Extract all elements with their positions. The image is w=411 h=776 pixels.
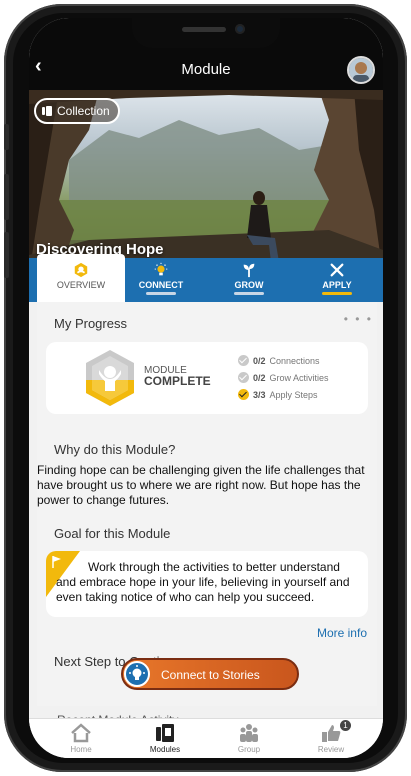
complete-label: COMPLETE <box>144 374 211 388</box>
page-title: Module <box>181 61 231 78</box>
bottom-nav: Home Modules Group 1 Review <box>29 718 383 758</box>
home-icon <box>71 723 91 743</box>
thumbs-up-icon <box>322 725 341 742</box>
goal-card: Work through the activities to better un… <box>46 551 368 617</box>
stat-count: 0/2 <box>253 355 266 366</box>
why-text: Finding hope can be challenging given th… <box>37 463 365 507</box>
tab-apply[interactable]: APPLY <box>293 258 381 302</box>
stat-apply-steps: 3/3 Apply Steps <box>238 389 318 400</box>
goal-text: Work through the activities to better un… <box>56 560 350 604</box>
progress-card: MODULE COMPLETE 0/2 Connections 0/2 Grow… <box>46 342 368 414</box>
tab-label: CONNECT <box>138 280 184 290</box>
stat-label: Grow Activities <box>269 372 329 383</box>
more-options-icon[interactable]: • • • <box>344 312 373 326</box>
nav-label: Home <box>70 745 92 754</box>
stat-label: Connections <box>269 355 320 366</box>
nav-review[interactable]: 1 Review <box>296 720 366 754</box>
stat-grow-activities: 0/2 Grow Activities <box>238 372 329 383</box>
nav-modules[interactable]: Modules <box>130 723 200 754</box>
modules-icon <box>156 724 174 742</box>
module-complete-label: MODULE COMPLETE <box>144 366 211 388</box>
why-title: Why do this Module? <box>54 442 176 457</box>
more-info-link[interactable]: More info <box>317 626 367 640</box>
stat-count: 0/2 <box>253 372 266 383</box>
tab-grow[interactable]: GROW <box>205 258 293 302</box>
nav-label: Review <box>317 745 345 754</box>
tab-label: OVERVIEW <box>56 280 106 290</box>
tab-label: GROW <box>234 280 264 290</box>
volume-up-button <box>4 174 9 220</box>
my-progress-title: My Progress <box>54 316 127 331</box>
nav-label: Modules <box>149 745 181 754</box>
overview-panel: • • • My Progress MODULE COMPLETE 0/2 Co… <box>37 302 377 706</box>
hero-banner: Collection Discovering Hope <box>29 90 383 275</box>
connect-to-stories-button[interactable]: Connect to Stories <box>121 658 299 690</box>
front-camera <box>235 24 245 34</box>
tab-connect[interactable]: CONNECT <box>117 258 205 302</box>
avatar[interactable] <box>347 56 375 84</box>
phone-screen: ‹ Module Collection Discovering Hope OVE… <box>29 18 383 758</box>
sprout-icon <box>243 263 255 278</box>
checked-icon <box>238 389 249 400</box>
volume-down-button <box>4 232 9 278</box>
unchecked-icon <box>238 355 249 366</box>
cta-label: Connect to Stories <box>161 668 260 682</box>
stat-connections: 0/2 Connections <box>238 355 320 366</box>
notification-badge: 1 <box>340 720 351 731</box>
notch <box>132 18 280 48</box>
mute-switch <box>4 124 9 150</box>
stat-label: Apply Steps <box>269 389 318 400</box>
collection-label: Collection <box>57 104 110 118</box>
module-tabs: OVERVIEW CONNECT GROW APPLY <box>29 254 383 302</box>
module-complete-badge-icon <box>86 350 134 406</box>
lightbulb-icon <box>154 262 168 276</box>
collection-button[interactable]: Collection <box>34 98 120 124</box>
nav-group[interactable]: Group <box>214 723 284 754</box>
tools-icon <box>330 263 344 277</box>
nav-label: Group <box>237 745 261 754</box>
group-icon <box>240 724 258 742</box>
stat-count: 3/3 <box>253 389 266 400</box>
lightbulb-icon <box>124 661 150 687</box>
tab-progress-bar <box>322 292 352 295</box>
tab-overview[interactable]: OVERVIEW <box>37 254 125 302</box>
tab-label: APPLY <box>322 280 352 290</box>
collection-icon <box>42 106 52 116</box>
goal-title: Goal for this Module <box>54 526 171 541</box>
speaker <box>182 27 226 32</box>
tab-progress-bar <box>146 292 176 295</box>
tab-progress-bar <box>234 292 264 295</box>
unchecked-icon <box>238 372 249 383</box>
nav-home[interactable]: Home <box>46 723 116 754</box>
module-icon <box>74 262 88 278</box>
